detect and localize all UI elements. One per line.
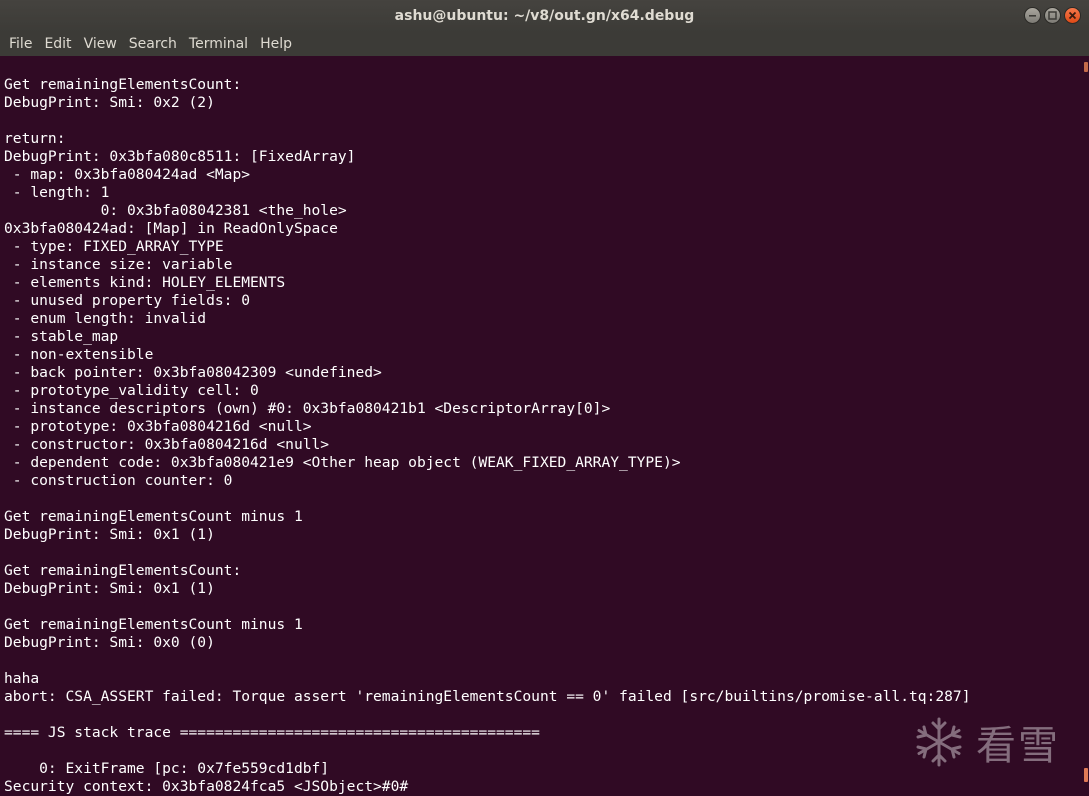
menu-view[interactable]: View xyxy=(78,32,123,56)
terminal-line: - prototype: 0x3bfa0804216d <null> xyxy=(4,418,312,435)
terminal-line: - dependent code: 0x3bfa080421e9 <Other … xyxy=(4,454,681,471)
terminal-line: - length: 1 xyxy=(4,184,110,201)
watermark-text: 看雪 xyxy=(976,723,1060,769)
maximize-icon[interactable] xyxy=(1044,7,1061,24)
terminal-line: - instance size: variable xyxy=(4,256,233,273)
terminal-line: abort: CSA_ASSERT failed: Torque assert … xyxy=(4,688,971,705)
terminal-line: Get remainingElementsCount: xyxy=(4,76,242,93)
menu-bar: File Edit View Search Terminal Help xyxy=(0,32,1089,56)
terminal-line: Security context: 0x3bfa0824fca5 <JSObje… xyxy=(4,778,409,795)
terminal-line: Get remainingElementsCount: xyxy=(4,562,242,579)
terminal-line: - non-extensible xyxy=(4,346,154,363)
terminal-line: Get remainingElementsCount minus 1 xyxy=(4,616,303,633)
terminal-line: Get remainingElementsCount minus 1 xyxy=(4,508,303,525)
window-controls xyxy=(1024,7,1081,25)
terminal-line: DebugPrint: Smi: 0x0 (0) xyxy=(4,634,215,651)
scrollbar-top-marker xyxy=(1084,62,1088,72)
terminal-line: 0: 0x3bfa08042381 <the_hole> xyxy=(4,202,347,219)
terminal-line: - map: 0x3bfa080424ad <Map> xyxy=(4,166,251,183)
close-icon[interactable] xyxy=(1064,7,1081,24)
terminal-line: - enum length: invalid xyxy=(4,310,207,327)
snowflake-logo-icon xyxy=(916,717,962,767)
menu-search[interactable]: Search xyxy=(123,32,183,56)
vertical-scrollbar[interactable] xyxy=(1082,56,1089,796)
title-bar[interactable]: ashu@ubuntu: ~/v8/out.gn/x64.debug xyxy=(0,0,1089,32)
terminal-line: DebugPrint: Smi: 0x1 (1) xyxy=(4,526,215,543)
terminal-line: - construction counter: 0 xyxy=(4,472,233,489)
terminal-line: DebugPrint: 0x3bfa080c8511: [FixedArray] xyxy=(4,148,356,165)
menu-file[interactable]: File xyxy=(3,32,38,56)
menu-edit[interactable]: Edit xyxy=(38,32,77,56)
terminal-line: - constructor: 0x3bfa0804216d <null> xyxy=(4,436,330,453)
window-title: ashu@ubuntu: ~/v8/out.gn/x64.debug xyxy=(394,8,695,24)
terminal-line: DebugPrint: Smi: 0x1 (1) xyxy=(4,580,215,597)
watermark: 看雪 xyxy=(912,712,1060,772)
terminal-window: ashu@ubuntu: ~/v8/out.gn/x64.debug File … xyxy=(0,0,1089,796)
terminal-line: - type: FIXED_ARRAY_TYPE xyxy=(4,238,224,255)
terminal-output[interactable]: Get remainingElementsCount: DebugPrint: S… xyxy=(0,56,1082,796)
terminal-line: - prototype_validity cell: 0 xyxy=(4,382,259,399)
terminal-line: - unused property fields: 0 xyxy=(4,292,251,309)
terminal-line: return: xyxy=(4,130,66,147)
terminal-line: - back pointer: 0x3bfa08042309 <undefine… xyxy=(4,364,382,381)
terminal-line: 0x3bfa080424ad: [Map] in ReadOnlySpace xyxy=(4,220,338,237)
minimize-icon[interactable] xyxy=(1024,7,1041,24)
terminal-line: DebugPrint: Smi: 0x2 (2) xyxy=(4,94,215,111)
scrollbar-thumb[interactable] xyxy=(1084,768,1088,782)
menu-help[interactable]: Help xyxy=(254,32,298,56)
terminal-line: - instance descriptors (own) #0: 0x3bfa0… xyxy=(4,400,611,417)
terminal-line: - stable_map xyxy=(4,328,119,345)
menu-terminal[interactable]: Terminal xyxy=(183,32,254,56)
terminal-line: haha xyxy=(4,670,40,687)
terminal-line: - elements kind: HOLEY_ELEMENTS xyxy=(4,274,286,291)
